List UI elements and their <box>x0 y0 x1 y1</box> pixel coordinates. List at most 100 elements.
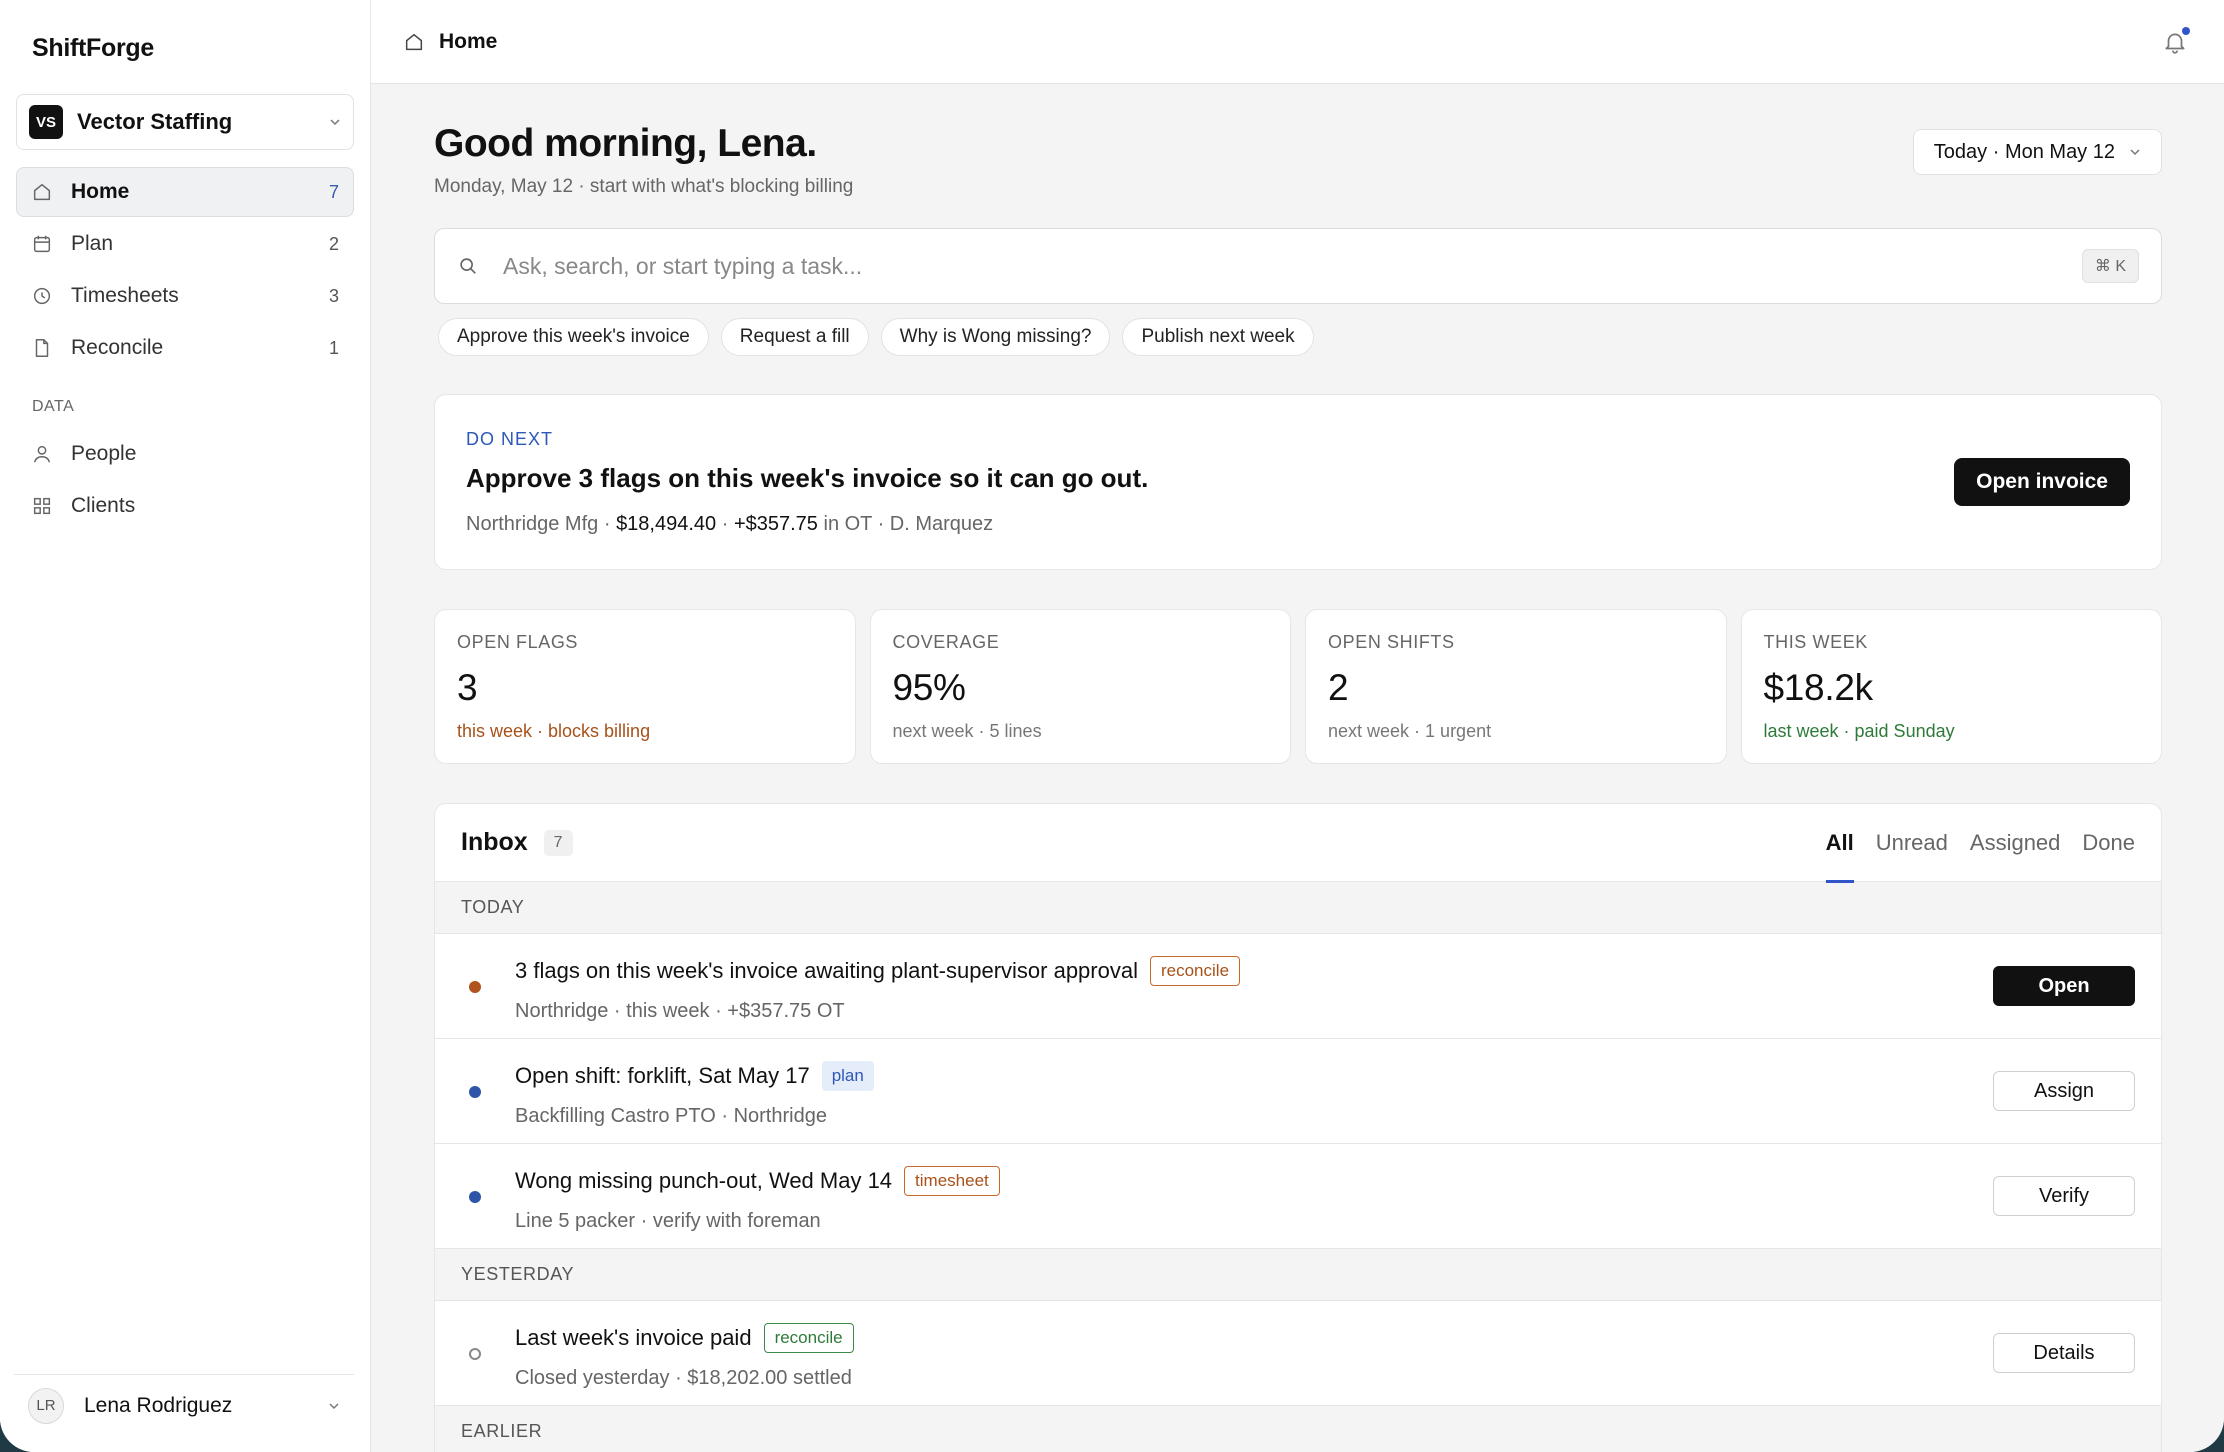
do-next-card: DO NEXT Approve 3 flags on this week's i… <box>434 394 2162 570</box>
inbox-count-badge: 7 <box>543 829 573 856</box>
sidebar-item-count: 1 <box>328 337 339 358</box>
stat-sub: next week · 5 lines <box>892 721 1042 741</box>
stat-card-open-shifts[interactable]: OPEN SHIFTS 2 next week · 1 urgent <box>1305 609 1727 764</box>
stat-value: 3 <box>457 667 478 708</box>
sidebar-item-clients[interactable]: Clients <box>16 481 354 531</box>
inbox-title: Inbox <box>461 828 528 856</box>
keyboard-shortcut: ⌘ K <box>2081 249 2139 283</box>
stat-label: OPEN FLAGS <box>457 632 579 652</box>
sidebar-item-timesheets[interactable]: Timesheets 3 <box>16 271 354 321</box>
do-next-ot: +$357.75 <box>733 513 818 535</box>
open-invoice-button[interactable]: Open invoice <box>1954 458 2130 506</box>
org-name: Vector Staffing <box>77 109 233 134</box>
list-item[interactable]: Wong missing punch-out, Wed May 14 times… <box>435 1144 2161 1249</box>
status-dot <box>469 1191 481 1203</box>
suggestion-chip[interactable]: Publish next week <box>1122 318 1314 356</box>
item-title: Open shift: forklift, Sat May 17 plan <box>515 1061 874 1091</box>
stat-label: OPEN SHIFTS <box>1328 632 1455 652</box>
do-next-rest: in OT · D. Marquez <box>817 513 994 535</box>
sidebar-item-count: 7 <box>328 181 339 202</box>
tab-assigned[interactable]: Assigned <box>1970 804 2061 882</box>
user-menu[interactable]: LR Lena Rodriguez <box>14 1374 354 1436</box>
grid-icon <box>33 497 51 515</box>
stat-sub: next week · 1 urgent <box>1328 721 1492 741</box>
sidebar-item-label: Plan <box>71 232 114 255</box>
stat-card-this-week[interactable]: THIS WEEK $18.2k last week · paid Sunday <box>1740 609 2162 764</box>
page-subtitle: Monday, May 12 · start with what's block… <box>434 176 854 197</box>
item-tag: reconcile <box>763 1323 854 1353</box>
sidebar-item-count: 3 <box>328 285 339 306</box>
verify-button[interactable]: Verify <box>1993 1176 2135 1216</box>
sidebar-item-count: 2 <box>328 233 339 254</box>
inbox-tabs: All Unread Assigned Done <box>1825 804 2135 883</box>
person-icon <box>33 445 51 463</box>
stat-value: $18.2k <box>1763 667 1874 708</box>
inbox-panel: Inbox 7 All Unread Assigned Done TODAY 3… <box>434 803 2162 1452</box>
open-button[interactable]: Open <box>1993 966 2135 1006</box>
home-icon <box>405 33 423 50</box>
org-badge: VS <box>29 105 63 139</box>
tab-unread[interactable]: Unread <box>1876 804 1948 882</box>
main-area: Home Good morning, Lena. Monday, May 12 … <box>371 0 2224 1452</box>
sidebar-item-label: Clients <box>71 494 136 517</box>
calendar-icon <box>33 235 51 253</box>
app-window: ShiftForge VS Vector Staffing Home 7 Pla… <box>0 0 2224 1452</box>
sidebar-item-label: People <box>71 442 137 465</box>
item-tag: timesheet <box>904 1166 1000 1196</box>
group-header-yesterday: YESTERDAY <box>435 1249 2161 1301</box>
stat-sub: last week · paid Sunday <box>1763 721 1955 741</box>
item-title: Last week's invoice paid reconcile <box>515 1323 854 1353</box>
breadcrumb[interactable]: Home <box>439 30 497 54</box>
assign-button[interactable]: Assign <box>1993 1071 2135 1111</box>
item-title-text: 3 flags on this week's invoice awaiting … <box>515 958 1138 983</box>
chevron-down-icon <box>330 119 340 126</box>
stat-label: COVERAGE <box>892 632 1000 652</box>
stat-value: 95% <box>892 667 966 708</box>
item-subtitle: Backfilling Castro PTO · Northridge <box>515 1105 827 1127</box>
date-picker-button[interactable]: Today · Mon May 12 <box>1912 129 2162 175</box>
sidebar-item-plan[interactable]: Plan 2 <box>16 219 354 269</box>
page-title: Good morning, Lena. <box>434 122 817 165</box>
chevron-down-icon <box>2130 149 2140 156</box>
item-tag: plan <box>821 1061 874 1091</box>
org-switcher[interactable]: VS Vector Staffing <box>16 94 354 150</box>
stat-card-coverage[interactable]: COVERAGE 95% next week · 5 lines <box>869 609 1291 764</box>
sidebar-item-home[interactable]: Home 7 <box>16 167 354 217</box>
stat-label: THIS WEEK <box>1763 632 1868 652</box>
do-next-title: Approve 3 flags on this week's invoice s… <box>466 463 1149 493</box>
inbox-header: Inbox 7 All Unread Assigned Done <box>435 804 2161 883</box>
app-logo: ShiftForge <box>32 34 154 62</box>
suggestion-chip[interactable]: Approve this week's invoice <box>438 318 709 356</box>
status-dot <box>469 1348 481 1360</box>
item-subtitle: Northridge · this week · +$357.75 OT <box>515 1000 845 1022</box>
tab-all[interactable]: All <box>1825 804 1854 883</box>
topbar: Home <box>371 0 2224 84</box>
group-header-today: TODAY <box>435 882 2161 934</box>
stat-sub: this week · blocks billing <box>457 721 651 741</box>
details-button[interactable]: Details <box>1993 1333 2135 1373</box>
list-item[interactable]: 3 flags on this week's invoice awaiting … <box>435 934 2161 1039</box>
item-tag: reconcile <box>1149 956 1241 986</box>
do-next-amount: $18,494.40 <box>616 513 717 535</box>
item-title-text: Open shift: forklift, Sat May 17 <box>515 1063 810 1088</box>
status-dot <box>469 981 481 993</box>
list-item[interactable]: Last week's invoice paid reconcile Close… <box>435 1301 2161 1406</box>
search-placeholder: Ask, search, or start typing a task... <box>503 252 863 279</box>
stat-card-open-flags[interactable]: OPEN FLAGS 3 this week · blocks billing <box>434 609 856 764</box>
clock-icon <box>33 287 51 305</box>
group-header-earlier: EARLIER <box>435 1406 2161 1452</box>
section-label-data: DATA <box>32 398 75 415</box>
item-title-text: Wong missing punch-out, Wed May 14 <box>515 1168 893 1193</box>
item-title-text: Last week's invoice paid <box>515 1325 752 1350</box>
suggestion-chip[interactable]: Request a fill <box>720 318 869 356</box>
primary-nav: Home 7 Plan 2 Timesheets 3 Reconcile 1 <box>16 167 354 375</box>
home-icon <box>33 183 51 201</box>
suggestion-chip[interactable]: Why is Wong missing? <box>880 318 1111 356</box>
sidebar-item-reconcile[interactable]: Reconcile 1 <box>16 323 354 373</box>
list-item[interactable]: Open shift: forklift, Sat May 17 plan Ba… <box>435 1039 2161 1144</box>
sidebar-item-people[interactable]: People <box>16 429 354 479</box>
tab-done[interactable]: Done <box>2082 804 2135 882</box>
item-title: Wong missing punch-out, Wed May 14 times… <box>515 1166 1000 1196</box>
search-input[interactable]: Ask, search, or start typing a task... ⌘… <box>434 228 2162 304</box>
do-next-label: DO NEXT <box>466 429 554 449</box>
